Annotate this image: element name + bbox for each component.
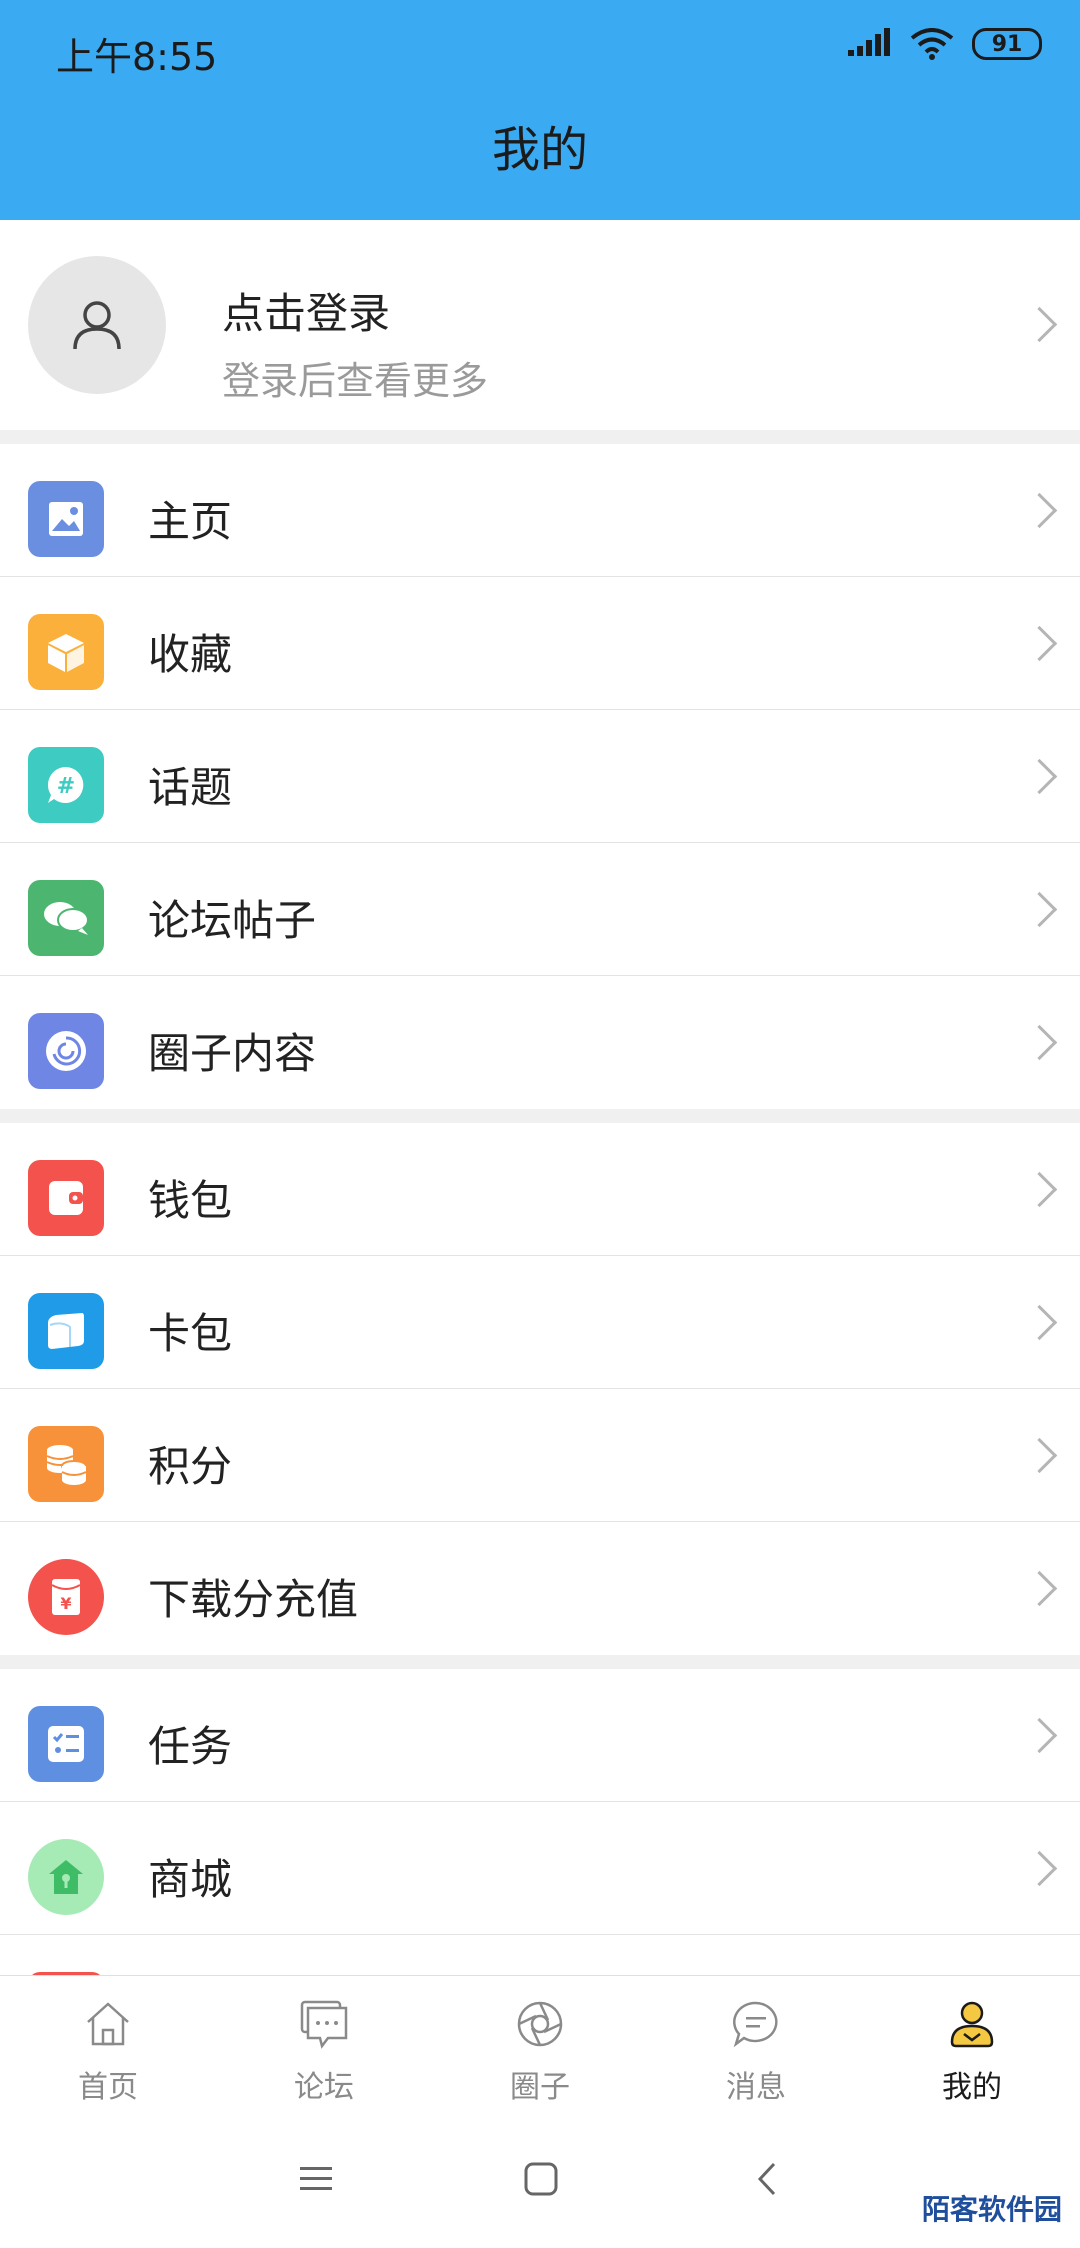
header: 我的 <box>0 100 1080 220</box>
menu-item-circle-content[interactable]: 圈子内容 <box>0 976 1080 1109</box>
status-bar: 上午8:55 91 <box>0 0 1080 100</box>
chat-bubbles-icon <box>28 880 104 956</box>
section-divider <box>0 430 1080 444</box>
menu-item-label: 收藏 <box>148 630 233 679</box>
status-icons: 91 <box>848 28 1042 60</box>
wallet-icon <box>28 1160 104 1236</box>
chevron-right-icon <box>1021 306 1058 343</box>
menu-item-tasks[interactable]: 任务 <box>0 1669 1080 1802</box>
login-subtitle: 登录后查看更多 <box>222 359 489 403</box>
menu-item-points[interactable]: 积分 <box>0 1389 1080 1522</box>
menu-item-label: 钱包 <box>148 1176 233 1225</box>
circle-icon <box>517 2001 563 2047</box>
tab-home[interactable]: 首页 <box>0 1976 216 2121</box>
menu-item-label: 下载分充值 <box>148 1575 359 1624</box>
tab-forum[interactable]: 论坛 <box>216 1976 432 2121</box>
card-icon <box>28 1293 104 1369</box>
tab-mine[interactable]: 我的 <box>864 1976 1080 2121</box>
home-square-icon[interactable] <box>522 2160 560 2198</box>
menu-item-label: 卡包 <box>148 1309 233 1358</box>
menu-item-label: 话题 <box>148 763 233 812</box>
tab-label: 首页 <box>78 2070 138 2105</box>
menu-item-label: 商城 <box>148 1855 233 1904</box>
tab-label: 消息 <box>726 2070 786 2105</box>
forum-icon <box>300 2000 348 2049</box>
menu-item-label: 积分 <box>148 1442 233 1491</box>
chevron-right-icon <box>1021 625 1058 662</box>
menu-item-homepage[interactable]: 主页 <box>0 444 1080 577</box>
page-title: 我的 <box>491 122 588 178</box>
bottom-tab-bar: 首页 论坛 圈子 消息 我的 <box>0 1975 1080 2121</box>
menu-item-forum-posts[interactable]: 论坛帖子 <box>0 843 1080 976</box>
svg-text:¥: ¥ <box>60 1594 71 1613</box>
login-title: 点击登录 <box>222 289 391 338</box>
wifi-icon <box>910 28 954 60</box>
section-divider <box>0 1109 1080 1123</box>
menu-item-mall[interactable]: 商城 <box>0 1802 1080 1935</box>
watermark: 陌客软件园 <box>922 2188 1062 2228</box>
back-icon[interactable] <box>750 2160 788 2198</box>
home-icon <box>87 2002 129 2046</box>
avatar <box>28 256 166 394</box>
status-time: 上午8:55 <box>56 35 218 79</box>
checklist-icon <box>28 1706 104 1782</box>
message-icon <box>733 2001 778 2048</box>
chevron-right-icon <box>1021 1850 1058 1887</box>
signal-icon <box>848 28 890 56</box>
chevron-right-icon <box>1021 891 1058 928</box>
chevron-right-icon <box>1021 1437 1058 1474</box>
battery-level: 91 <box>991 31 1023 57</box>
menu-item-label: 圈子内容 <box>148 1029 317 1078</box>
system-navigation-bar: 陌客软件园 <box>0 2120 1080 2248</box>
svg-text:#: # <box>57 774 75 799</box>
chevron-right-icon <box>1021 1570 1058 1607</box>
menu-item-card-wallet[interactable]: 卡包 <box>0 1256 1080 1389</box>
chevron-right-icon <box>1021 1717 1058 1754</box>
box-icon <box>28 614 104 690</box>
red-envelope-icon: ¥ <box>28 1559 104 1635</box>
menu-item-favorites[interactable]: 收藏 <box>0 577 1080 710</box>
menu-item-label: 论坛帖子 <box>148 896 317 945</box>
tab-label: 我的 <box>942 2070 1002 2105</box>
menu-group-2: 钱包 卡包 积分 ¥ 下载分充值 <box>0 1123 1080 1655</box>
menu-item-label: 主页 <box>148 497 233 546</box>
tab-label: 论坛 <box>294 2070 354 2105</box>
hashtag-bubble-icon: # <box>28 747 104 823</box>
chevron-right-icon <box>1021 1304 1058 1341</box>
profile-login-row[interactable]: 点击登录 登录后查看更多 <box>0 220 1080 430</box>
menu-icon[interactable] <box>298 2160 336 2198</box>
menu-item-label: 任务 <box>148 1722 233 1771</box>
person-outline-icon <box>73 301 121 350</box>
menu-item-download-recharge[interactable]: ¥ 下载分充值 <box>0 1522 1080 1655</box>
shop-house-icon <box>28 1839 104 1915</box>
watermark-text: 陌客软件园 <box>921 2193 1062 2226</box>
battery-indicator: 91 <box>972 28 1042 60</box>
image-icon <box>28 481 104 557</box>
menu-group-1: 主页 收藏 # 话题 论坛帖子 圈子内容 <box>0 444 1080 1109</box>
chevron-right-icon <box>1021 1171 1058 1208</box>
chevron-right-icon <box>1021 492 1058 529</box>
tab-circle[interactable]: 圈子 <box>432 1976 648 2121</box>
coins-icon <box>28 1426 104 1502</box>
swirl-icon <box>28 1013 104 1089</box>
tab-messages[interactable]: 消息 <box>648 1976 864 2121</box>
menu-item-topics[interactable]: # 话题 <box>0 710 1080 843</box>
tab-label: 圈子 <box>510 2070 570 2105</box>
chevron-right-icon <box>1021 1024 1058 1061</box>
chevron-right-icon <box>1021 758 1058 795</box>
section-divider <box>0 1655 1080 1669</box>
user-icon <box>950 2001 994 2048</box>
menu-item-wallet[interactable]: 钱包 <box>0 1123 1080 1256</box>
